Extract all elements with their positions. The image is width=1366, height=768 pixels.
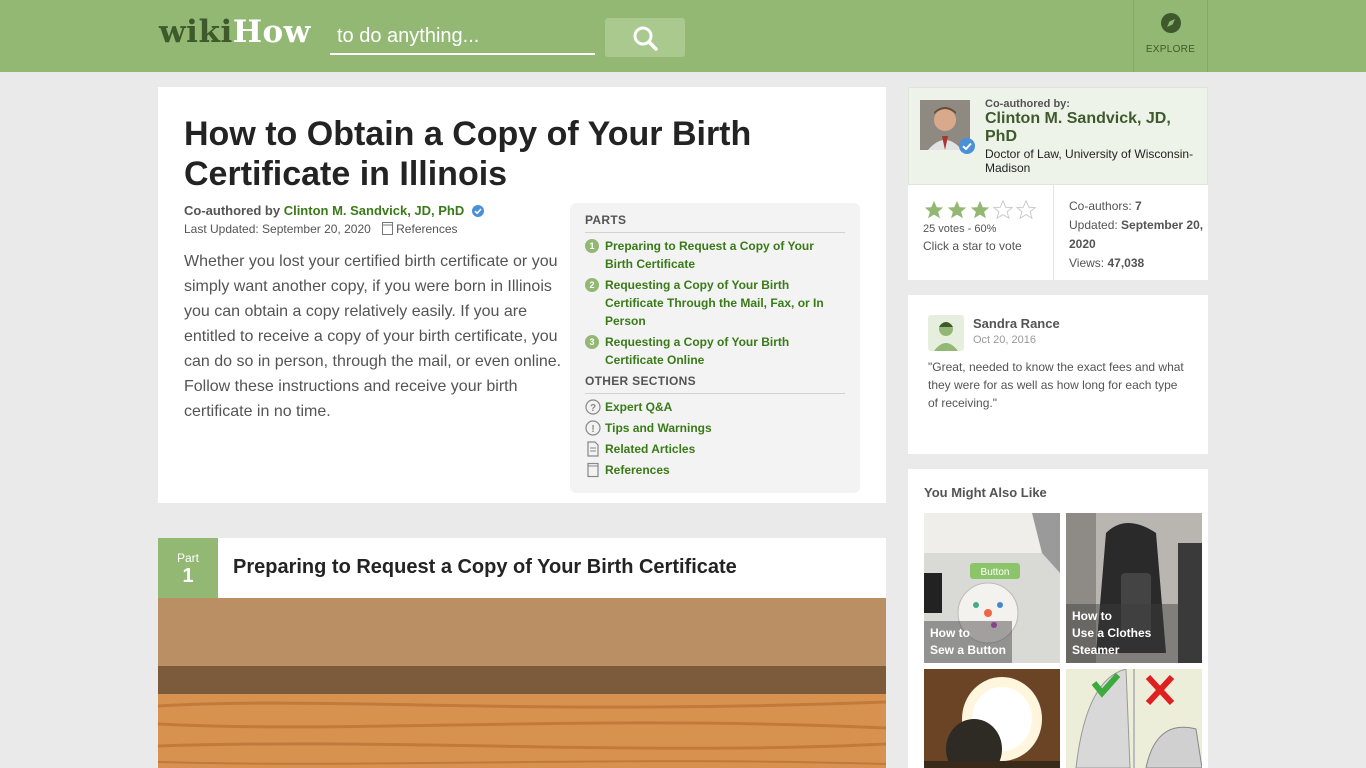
related-heading: You Might Also Like <box>924 485 1047 500</box>
part-number: 1 <box>182 565 194 587</box>
compass-icon <box>1160 12 1182 39</box>
part-word: Part <box>176 551 199 565</box>
document-icon <box>585 441 601 462</box>
toc-section-label: Expert Q&A <box>605 400 673 414</box>
reader-quote: "Great, needed to know the exact fees an… <box>928 360 1184 410</box>
reader-date: Oct 20, 2016 <box>973 334 1036 346</box>
star-empty-icon[interactable] <box>992 199 1014 221</box>
intro-paragraph: Whether you lost your certified birth ce… <box>184 253 562 420</box>
related-caption: How to Use a Clothes Steamer <box>1066 604 1202 663</box>
updated-stat: Updated: September 20, 2020 <box>1069 216 1204 254</box>
byline: Co-authored by Clinton M. Sandvick, JD, … <box>184 203 484 220</box>
divider <box>1053 185 1054 280</box>
svg-text:!: ! <box>591 424 594 435</box>
related-articles: You Might Also Like Button How to Sew a … <box>908 469 1208 768</box>
views-stat: Views: 47,038 <box>1069 254 1204 273</box>
coauthor-label: Co-authored by: <box>985 98 1070 110</box>
svg-text:Button: Button <box>981 567 1010 578</box>
verified-icon <box>959 138 975 159</box>
star-filled-icon[interactable] <box>946 199 968 221</box>
toc-other-heading: OTHER SECTIONS <box>585 374 845 394</box>
last-updated-text: Last Updated: September 20, 2020 <box>184 222 371 236</box>
part-badge: Part 1 <box>158 538 218 598</box>
related-item-3[interactable] <box>924 669 1060 768</box>
references-link[interactable]: References <box>396 222 457 236</box>
part-number-badge: 2 <box>585 278 599 292</box>
related-item-4[interactable] <box>1066 669 1202 768</box>
search-icon <box>633 26 658 51</box>
exclamation-icon: ! <box>585 420 601 441</box>
coauthor-card: Co-authored by: Clinton M. Sandvick, JD,… <box>908 87 1208 280</box>
toc-part-3[interactable]: 3 Requesting a Copy of Your Birth Certif… <box>585 333 845 369</box>
explore-button[interactable]: EXPLORE <box>1133 0 1208 72</box>
last-updated: Last Updated: September 20, 2020 Referen… <box>184 222 458 238</box>
toc-section-label: Tips and Warnings <box>605 421 712 435</box>
toc-expert-qa[interactable]: ? Expert Q&A <box>585 398 845 416</box>
reader-name: Sandra Rance <box>973 316 1060 331</box>
wikihow-logo[interactable]: wikiHow <box>159 14 311 50</box>
search-button[interactable] <box>605 18 685 57</box>
article-stats: Co-authors: 7 Updated: September 20, 202… <box>1069 197 1204 273</box>
toc-part-2[interactable]: 2 Requesting a Copy of Your Birth Certif… <box>585 276 845 330</box>
stat-label: Co-authors: <box>1069 199 1132 213</box>
table-of-contents: PARTS 1 Preparing to Request a Copy of Y… <box>570 203 860 493</box>
coauthor-credential: Doctor of Law, University of Wisconsin-M… <box>985 147 1194 175</box>
toc-section-label: Related Articles <box>605 442 696 456</box>
logo-how-text: How <box>232 14 311 50</box>
related-caption-line2: Use a Clothes Steamer <box>1072 626 1152 657</box>
question-icon: ? <box>585 399 601 420</box>
coauthor-name[interactable]: Clinton M. Sandvick, JD, PhD <box>985 110 1195 146</box>
star-filled-icon[interactable] <box>923 199 945 221</box>
stat-label: Views: <box>1069 256 1105 270</box>
svg-text:?: ? <box>590 403 596 414</box>
star-empty-icon[interactable] <box>1015 199 1037 221</box>
reference-icon <box>585 462 601 483</box>
stat-value: 47,038 <box>1107 256 1145 270</box>
part-1-header: Part 1 Preparing to Request a Copy of Yo… <box>158 538 886 598</box>
vote-count: 25 votes - 60% <box>923 223 997 235</box>
part-title: Preparing to Request a Copy of Your Birt… <box>233 556 737 578</box>
part-number-badge: 1 <box>585 239 599 253</box>
related-caption-line2: Sew a Button <box>930 643 1007 657</box>
reader-testimonial: Sandra Rance Oct 20, 2016 "Great, needed… <box>908 295 1208 454</box>
reference-icon <box>382 222 394 238</box>
logo-wiki-text: wiki <box>159 14 233 50</box>
toc-section-label: References <box>605 463 670 477</box>
related-caption-line1: How to <box>1072 609 1112 623</box>
explore-label: EXPLORE <box>1145 44 1196 55</box>
article-intro-card: How to Obtain a Copy of Your Birth Certi… <box>158 87 886 503</box>
coauthor-header: Co-authored by: Clinton M. Sandvick, JD,… <box>908 87 1208 185</box>
toc-references[interactable]: References <box>585 461 845 479</box>
coauthor-avatar[interactable] <box>920 100 975 154</box>
stat-label: Updated: <box>1069 218 1118 232</box>
byline-prefix: Co-authored by <box>184 203 281 218</box>
toc-part-label: Requesting a Copy of Your Birth Certific… <box>605 278 824 328</box>
step-image <box>158 598 886 768</box>
site-header: wikiHow EXPLORE <box>0 0 1366 72</box>
toc-parts-heading: PARTS <box>585 213 845 233</box>
star-filled-icon[interactable] <box>969 199 991 221</box>
part-number-badge: 3 <box>585 335 599 349</box>
vote-prompt: Click a star to vote <box>923 239 1022 253</box>
coauthors-stat: Co-authors: 7 <box>1069 197 1204 216</box>
related-item-clothes-steamer[interactable]: How to Use a Clothes Steamer <box>1066 513 1202 663</box>
toc-part-label: Requesting a Copy of Your Birth Certific… <box>605 335 790 367</box>
author-link[interactable]: Clinton M. Sandvick, JD, PhD <box>284 203 465 218</box>
verified-icon <box>471 205 484 220</box>
toc-tips-warnings[interactable]: ! Tips and Warnings <box>585 419 845 437</box>
search-input[interactable] <box>330 20 595 55</box>
toc-related-articles[interactable]: Related Articles <box>585 440 845 458</box>
reader-avatar <box>928 315 964 351</box>
star-rating[interactable] <box>923 199 1037 221</box>
toc-part-1[interactable]: 1 Preparing to Request a Copy of Your Bi… <box>585 237 845 273</box>
related-caption: How to Sew a Button <box>924 621 1013 663</box>
related-caption-line1: How to <box>930 626 970 640</box>
stat-value: 7 <box>1135 199 1142 213</box>
toc-part-label: Preparing to Request a Copy of Your Birt… <box>605 239 814 271</box>
related-item-sew-button[interactable]: Button How to Sew a Button <box>924 513 1060 663</box>
article-title: How to Obtain a Copy of Your Birth Certi… <box>184 115 752 193</box>
